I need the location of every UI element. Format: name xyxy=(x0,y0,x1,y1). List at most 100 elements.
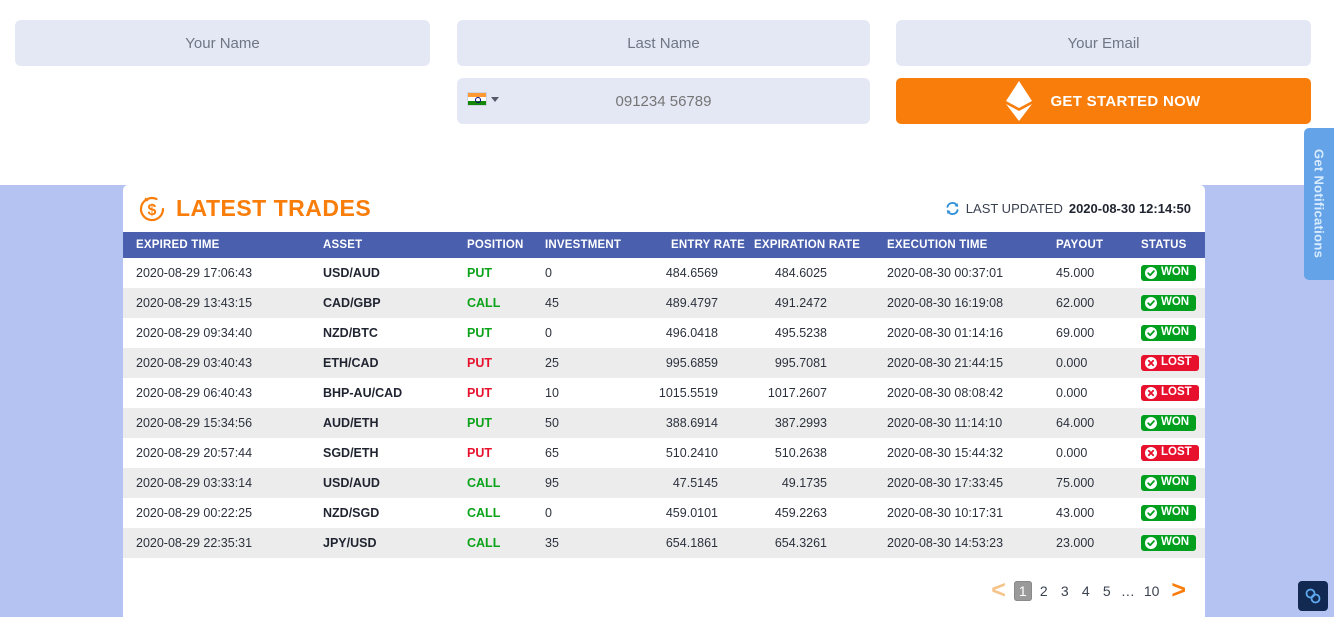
latest-trades-panel: $ LATEST TRADES LAST UPDATED 2020-08-30 … xyxy=(123,185,1205,617)
cell-expired-time: 2020-08-29 03:40:43 xyxy=(136,356,253,370)
pagination-page-5[interactable]: 5 xyxy=(1098,581,1116,601)
cell-expiration-rate: 1017.2607 xyxy=(767,386,827,400)
cell-execution-time: 2020-08-30 01:14:16 xyxy=(887,326,1004,340)
trades-table: EXPIRED TIME ASSET POSITION INVESTMENT E… xyxy=(123,232,1205,558)
pagination-last-page[interactable]: 10 xyxy=(1140,581,1164,601)
table-row[interactable]: 2020-08-29 22:35:31 JPY/USD CALL 35 654.1861… xyxy=(123,528,1205,558)
col-expired-time[interactable]: EXPIRED TIME xyxy=(123,232,283,258)
table-row[interactable]: 2020-08-29 15:34:56 AUD/ETH PUT 50 388.6914 3… xyxy=(123,408,1205,438)
status-badge: WON xyxy=(1141,504,1197,521)
cell-entry-rate: 484.6569 xyxy=(665,266,718,280)
cell-expired-time: 2020-08-29 09:34:40 xyxy=(136,326,253,340)
pagination-prev-button[interactable]: < xyxy=(986,578,1011,603)
get-notifications-tab[interactable]: Get Notifications xyxy=(1304,128,1334,280)
cell-execution-time: 2020-08-30 15:44:32 xyxy=(887,446,1004,460)
status-badge: LOST xyxy=(1141,354,1199,371)
col-investment[interactable]: INVESTMENT xyxy=(533,232,643,258)
table-row[interactable]: 2020-08-29 00:22:25 NZD/SGD CALL 0 459.0101 4… xyxy=(123,498,1205,528)
table-row[interactable]: 2020-08-29 17:06:43 USD/AUD PUT 0 484.6569 48… xyxy=(123,258,1205,288)
col-payout[interactable]: PAYOUT xyxy=(1048,232,1133,258)
cell-execution-time: 2020-08-30 14:53:23 xyxy=(887,536,1004,550)
cell-entry-rate: 489.4797 xyxy=(665,296,718,310)
cell-payout: 43.000 xyxy=(1056,506,1095,520)
get-started-button[interactable]: GET STARTED NOW xyxy=(896,78,1311,124)
cell-status: WON xyxy=(1133,468,1205,498)
first-name-input[interactable] xyxy=(15,20,430,66)
cell-investment: 0 xyxy=(545,326,552,340)
pagination-page-2[interactable]: 2 xyxy=(1035,581,1053,601)
table-row[interactable]: 2020-08-29 09:34:40 NZD/BTC PUT 0 496.0418 49… xyxy=(123,318,1205,348)
cell-payout: 75.000 xyxy=(1056,476,1095,490)
phone-input[interactable] xyxy=(457,78,870,124)
cell-payout: 62.000 xyxy=(1056,296,1095,310)
cell-status: WON xyxy=(1133,528,1205,558)
col-status[interactable]: STATUS xyxy=(1133,232,1205,258)
sync-refresh-icon[interactable] xyxy=(945,201,960,216)
status-badge: WON xyxy=(1141,264,1197,281)
status-badge: WON xyxy=(1141,474,1197,491)
cell-status: WON xyxy=(1133,288,1205,318)
cell-status: WON xyxy=(1133,408,1205,438)
cell-payout: 0.000 xyxy=(1056,356,1088,370)
cell-asset: JPY/USD xyxy=(323,536,377,550)
cell-payout: 0.000 xyxy=(1056,386,1088,400)
cell-execution-time: 2020-08-30 00:37:01 xyxy=(887,266,1004,280)
country-select-button[interactable] xyxy=(467,92,499,106)
col-position[interactable]: POSITION xyxy=(443,232,533,258)
pagination-page-1[interactable]: 1 xyxy=(1013,580,1032,601)
cell-investment: 10 xyxy=(545,386,559,400)
status-badge: LOST xyxy=(1141,444,1199,461)
cell-payout: 45.000 xyxy=(1056,266,1095,280)
table-row[interactable]: 2020-08-29 03:33:14 USD/AUD CALL 95 47.5145 4… xyxy=(123,468,1205,498)
cell-asset: AUD/ETH xyxy=(323,416,379,430)
col-asset[interactable]: ASSET xyxy=(283,232,443,258)
cell-investment: 95 xyxy=(545,476,559,490)
cell-entry-rate: 510.2410 xyxy=(665,446,718,460)
cell-status: WON xyxy=(1133,258,1205,288)
chevron-down-icon xyxy=(491,96,499,102)
cell-position: CALL xyxy=(467,296,501,310)
cell-expiration-rate: 387.2993 xyxy=(774,416,827,430)
col-entry-rate[interactable]: ENTRY RATE xyxy=(643,232,748,258)
cell-asset: SGD/ETH xyxy=(323,446,379,460)
cell-status: WON xyxy=(1133,318,1205,348)
cell-expiration-rate: 491.2472 xyxy=(774,296,827,310)
panel-header: $ LATEST TRADES LAST UPDATED 2020-08-30 … xyxy=(123,185,1205,232)
cell-position: PUT xyxy=(467,356,492,370)
table-row[interactable]: 2020-08-29 13:43:15 CAD/GBP CALL 45 489.4797… xyxy=(123,288,1205,318)
cell-entry-rate: 654.1861 xyxy=(665,536,718,550)
last-updated-label: LAST UPDATED xyxy=(965,201,1063,216)
get-started-label: GET STARTED NOW xyxy=(1050,92,1201,110)
status-badge: WON xyxy=(1141,324,1197,341)
last-name-input[interactable] xyxy=(457,20,870,66)
col-execution-time[interactable]: EXECUTION TIME xyxy=(873,232,1048,258)
panel-brand: $ LATEST TRADES xyxy=(137,194,371,224)
table-row[interactable]: 2020-08-29 20:57:44 SGD/ETH PUT 65 510.2410 5… xyxy=(123,438,1205,468)
cell-asset: NZD/SGD xyxy=(323,506,380,520)
last-updated: LAST UPDATED 2020-08-30 12:14:50 xyxy=(945,201,1191,216)
cell-expiration-rate: 995.7081 xyxy=(774,356,827,370)
pagination-page-4[interactable]: 4 xyxy=(1077,581,1095,601)
col-expiration-rate[interactable]: EXPIRATION RATE xyxy=(748,232,873,258)
table-header-row: EXPIRED TIME ASSET POSITION INVESTMENT E… xyxy=(123,232,1205,258)
pagination-page-3[interactable]: 3 xyxy=(1056,581,1074,601)
trades-table-body: 2020-08-29 17:06:43 USD/AUD PUT 0 484.6569 48… xyxy=(123,258,1205,558)
cell-asset: USD/AUD xyxy=(323,266,380,280)
table-row[interactable]: 2020-08-29 03:40:43 ETH/CAD PUT 25 995.6859 9… xyxy=(123,348,1205,378)
cell-position: PUT xyxy=(467,386,492,400)
cell-status: LOST xyxy=(1133,378,1205,408)
chain-link-widget[interactable] xyxy=(1298,581,1328,611)
ethereum-diamond-icon xyxy=(1006,81,1033,121)
cell-expired-time: 2020-08-29 03:33:14 xyxy=(136,476,253,490)
cell-asset: BHP-AU/CAD xyxy=(323,386,403,400)
cell-expiration-rate: 484.6025 xyxy=(774,266,827,280)
cell-entry-rate: 496.0418 xyxy=(665,326,718,340)
cell-entry-rate: 388.6914 xyxy=(665,416,718,430)
table-row[interactable]: 2020-08-29 06:40:43 BHP-AU/CAD PUT 10 1015.5… xyxy=(123,378,1205,408)
pagination-ellipsis: … xyxy=(1120,582,1135,599)
cell-expiration-rate: 654.3261 xyxy=(774,536,827,550)
email-input[interactable] xyxy=(896,20,1311,66)
cell-execution-time: 2020-08-30 21:44:15 xyxy=(887,356,1004,370)
pagination-next-button[interactable]: > xyxy=(1166,578,1191,603)
cell-expired-time: 2020-08-29 00:22:25 xyxy=(136,506,253,520)
